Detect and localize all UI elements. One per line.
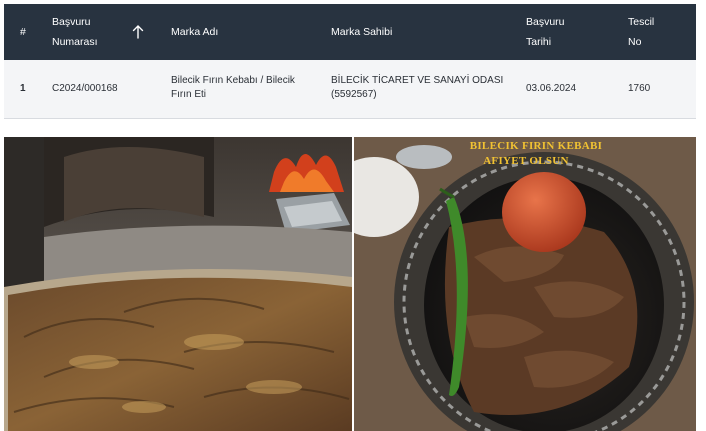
row-application-number: C2024/000168	[52, 83, 118, 94]
row-brand-owner-line1: BİLECİK TİCARET VE SANAYİ ODASI	[331, 75, 504, 86]
plated-kebab-photo: BILECIK FIRIN KEBABI AFIYET OLSUN	[354, 137, 696, 431]
header-application-date-line1: Başvuru	[526, 16, 565, 28]
row-application-date: 03.06.2024	[526, 83, 577, 94]
header-application-number[interactable]: Başvuru Numarası	[52, 12, 98, 52]
header-brand-owner[interactable]: Marka Sahibi	[331, 22, 392, 42]
header-registration-no-line1: Tescil	[628, 16, 655, 28]
row-index: 1	[20, 83, 26, 94]
header-registration-no-line2: No	[628, 36, 642, 48]
trademark-results-table: # Başvuru Numarası Marka Adı Marka Sahib…	[4, 4, 696, 119]
header-application-date-line2: Tarihi	[526, 36, 552, 48]
header-application-number-line2: Numarası	[52, 36, 98, 48]
row-brand-name-line2: Fırın Eti	[171, 89, 207, 100]
header-index: #	[20, 26, 26, 38]
caption-line2: AFIYET OLSUN	[483, 155, 569, 167]
caption-line1: BILECIK FIRIN KEBABI	[470, 140, 603, 152]
row-brand-name: Bilecik Fırın Kebabı / Bilecik Fırın Eti	[171, 74, 295, 102]
row-registration-no: 1760	[628, 83, 651, 94]
food-photos: BILECIK FIRIN KEBABI AFIYET OLSUN	[4, 137, 696, 431]
row-brand-owner-line2: (5592567)	[331, 89, 377, 100]
arrow-up-icon[interactable]	[131, 22, 145, 42]
header-application-date[interactable]: Başvuru Tarihi	[526, 12, 565, 52]
header-application-number-line1: Başvuru	[52, 16, 91, 28]
oven-kebab-photo	[4, 137, 352, 431]
header-brand-name[interactable]: Marka Adı	[171, 22, 218, 42]
row-brand-owner: BİLECİK TİCARET VE SANAYİ ODASI (5592567…	[331, 74, 503, 102]
row-brand-name-line1: Bilecik Fırın Kebabı / Bilecik	[171, 75, 295, 86]
header-registration-no[interactable]: Tescil No	[628, 12, 654, 52]
table-header: # Başvuru Numarası Marka Adı Marka Sahib…	[4, 4, 696, 60]
table-row[interactable]: 1 C2024/000168 Bilecik Fırın Kebabı / Bi…	[4, 60, 696, 119]
